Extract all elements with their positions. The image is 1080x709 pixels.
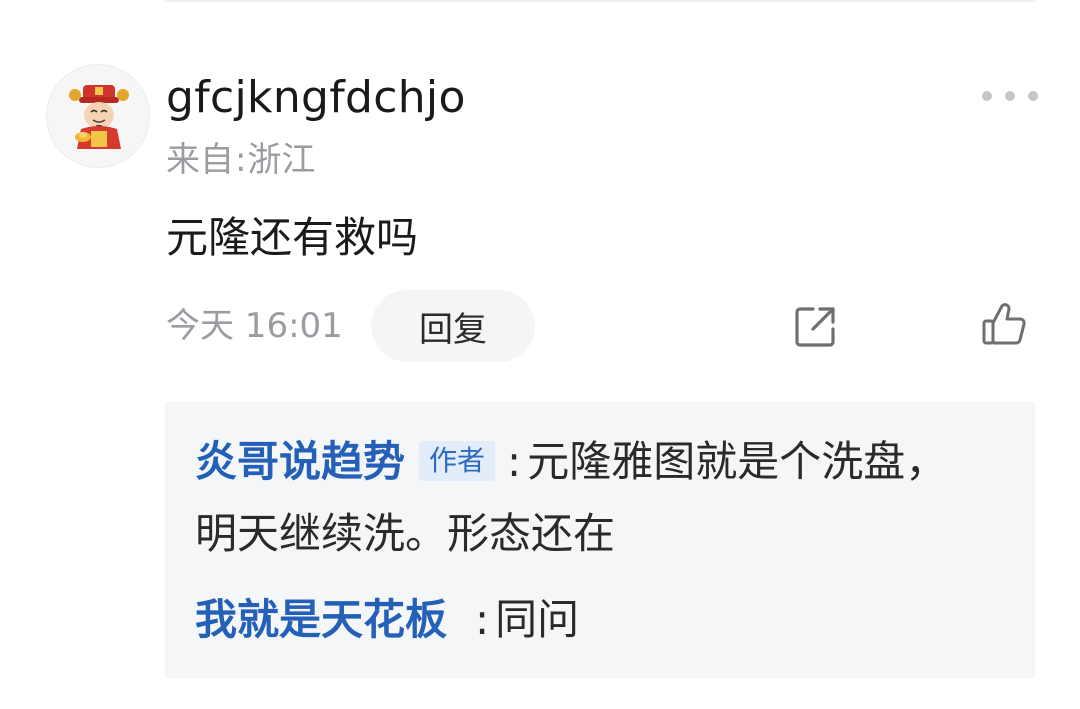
location-separator: : — [235, 140, 247, 180]
location-prefix: 来自 — [166, 140, 234, 180]
previous-card-edge — [165, 0, 1035, 2]
author-badge: 作者 — [419, 441, 496, 481]
more-dot — [1028, 91, 1038, 101]
share-icon[interactable] — [793, 303, 839, 349]
sub-reply-author[interactable]: 炎哥说趋势 — [195, 437, 405, 486]
more-options-button[interactable] — [982, 84, 1038, 108]
sub-reply-text: 同问 — [495, 595, 580, 644]
sub-reply-item[interactable]: 炎哥说趋势 作者: 元隆雅图就是个洗盘，明天继续洗。形态还在 — [195, 426, 985, 570]
comment-timestamp: 今天 16:01 — [166, 306, 343, 346]
comment-username[interactable]: gfcjkngfdchjo — [166, 68, 466, 128]
comment-text: 元隆还有救吗 — [166, 213, 419, 262]
comment-location: 来自:浙江 — [166, 136, 315, 184]
more-dot — [1005, 91, 1015, 101]
sub-reply-item[interactable]: 我就是天花板: 同问 — [195, 588, 579, 652]
sub-reply-separator: : — [507, 437, 522, 486]
sub-reply-author[interactable]: 我就是天花板 — [195, 595, 447, 644]
location-value: 浙江 — [247, 140, 316, 180]
user-avatar[interactable] — [46, 64, 150, 168]
more-dot — [982, 91, 992, 101]
sub-reply-separator: : — [475, 595, 490, 644]
reply-button[interactable]: 回复 — [371, 290, 535, 362]
thumbs-up-icon[interactable] — [980, 301, 1028, 349]
comment-page: gfcjkngfdchjo 来自:浙江 元隆还有救吗 今天 16:01 回复 炎… — [0, 0, 1080, 709]
fortune-god-avatar-icon — [69, 85, 129, 149]
